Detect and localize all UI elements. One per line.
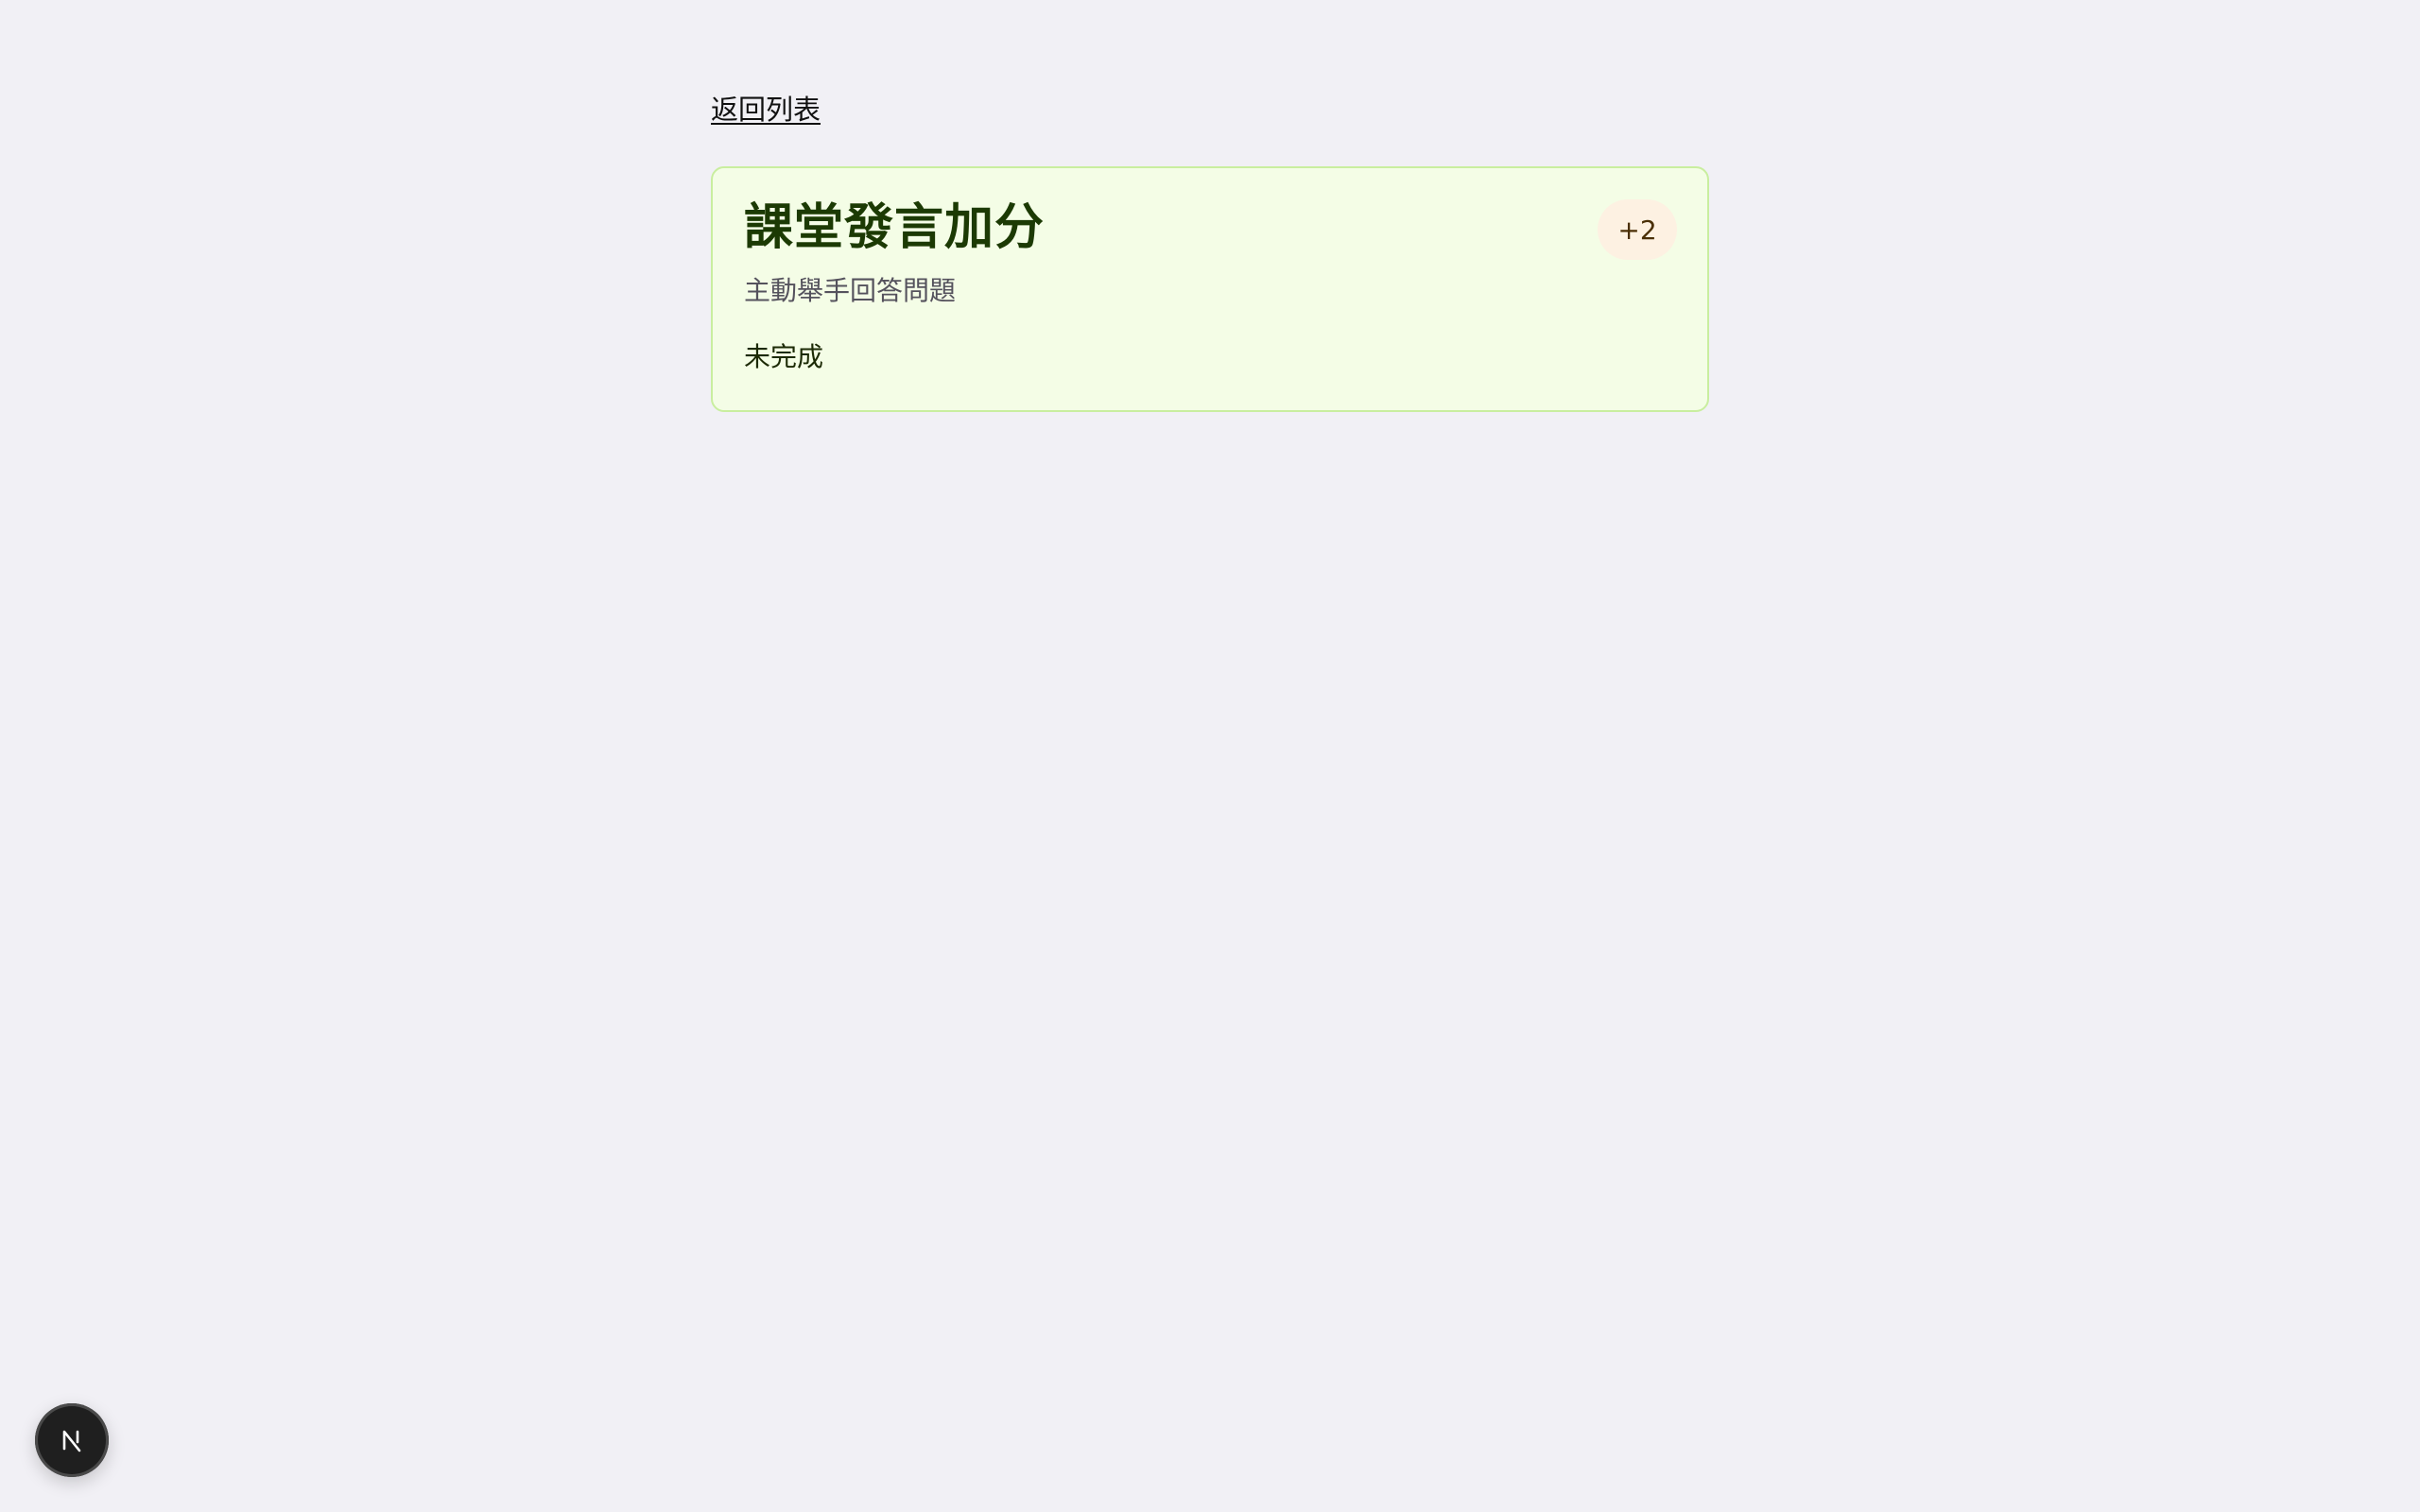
task-description: 主動舉手回答問題 bbox=[744, 275, 957, 306]
page: 返回列表 課堂發言加分 主動舉手回答問題 未完成 +2 bbox=[0, 0, 2420, 1512]
nextjs-logo-icon bbox=[62, 1430, 81, 1452]
task-title: 課堂發言加分 bbox=[744, 199, 1046, 256]
back-to-list-link[interactable]: 返回列表 bbox=[711, 89, 821, 130]
nextjs-dev-indicator-button[interactable] bbox=[35, 1403, 109, 1477]
task-status: 未完成 bbox=[744, 341, 824, 372]
points-badge: +2 bbox=[1598, 199, 1677, 260]
task-card: 課堂發言加分 主動舉手回答問題 未完成 +2 bbox=[711, 166, 1709, 412]
task-detail-container: 返回列表 課堂發言加分 主動舉手回答問題 未完成 +2 bbox=[711, 89, 1709, 412]
